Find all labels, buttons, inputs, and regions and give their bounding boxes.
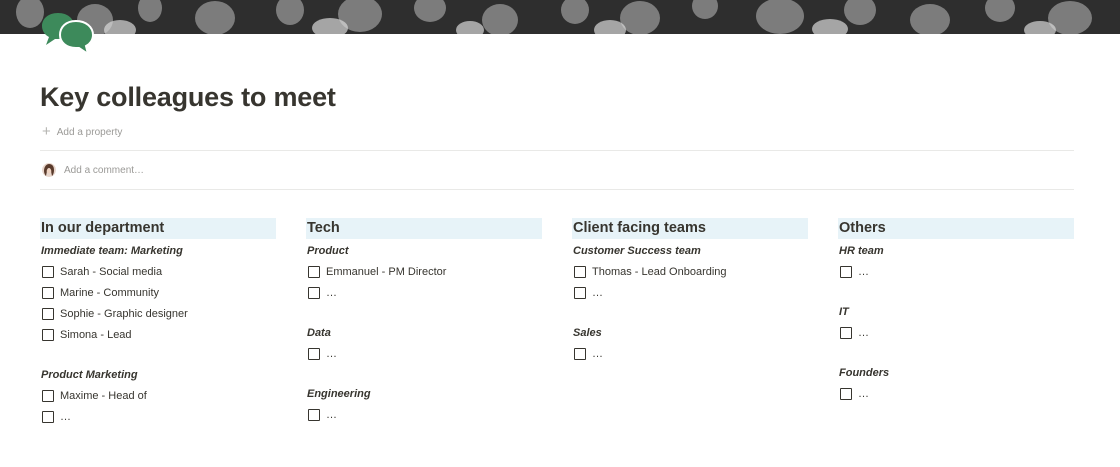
todo-group: Customer Success team Thomas - Lead Onboa…	[572, 241, 808, 303]
todo-checkbox[interactable]	[574, 347, 586, 360]
todo-group: Product Marketing Maxime - Head of …	[40, 365, 276, 427]
todo-text[interactable]: …	[858, 327, 869, 339]
todo-text[interactable]: …	[326, 409, 337, 421]
column-heading[interactable]: In our department	[40, 218, 276, 239]
todo-item[interactable]: Marine - Community	[40, 282, 276, 303]
todo-text[interactable]: …	[592, 287, 603, 299]
speech-bubbles-icon[interactable]	[41, 11, 95, 57]
todo-item[interactable]: Maxime - Head of	[40, 385, 276, 406]
todo-text[interactable]: Marine - Community	[60, 287, 159, 299]
todo-item[interactable]: …	[306, 343, 542, 364]
todo-group: Engineering …	[306, 384, 542, 425]
todo-group: Sales …	[572, 323, 808, 364]
todo-text[interactable]: …	[326, 287, 337, 299]
todo-checkbox[interactable]	[574, 286, 586, 299]
page-title[interactable]: Key colleagues to meet	[40, 82, 336, 113]
todo-group: Product Emmanuel - PM Director …	[306, 241, 542, 303]
group-title[interactable]: Product Marketing	[40, 365, 276, 385]
todo-text[interactable]: Simona - Lead	[60, 329, 132, 341]
todo-checkbox[interactable]	[42, 286, 54, 299]
todo-item[interactable]: …	[306, 404, 542, 425]
group-title[interactable]: Product	[306, 241, 542, 261]
todo-item[interactable]: …	[40, 406, 276, 427]
divider	[40, 150, 1074, 151]
todo-text[interactable]: Sophie - Graphic designer	[60, 308, 188, 320]
todo-text[interactable]: Thomas - Lead Onboarding	[592, 266, 727, 278]
todo-checkbox[interactable]	[308, 408, 320, 421]
column-2: Client facing teams Customer Success team…	[572, 218, 808, 364]
todo-text[interactable]: …	[858, 266, 869, 278]
group-title[interactable]: HR team	[838, 241, 1074, 261]
todo-item[interactable]: …	[838, 383, 1074, 404]
group-title[interactable]: Immediate team: Marketing	[40, 241, 276, 261]
todo-checkbox[interactable]	[840, 387, 852, 400]
todo-item[interactable]: Sarah - Social media	[40, 261, 276, 282]
todo-item[interactable]: Sophie - Graphic designer	[40, 303, 276, 324]
todo-item[interactable]: …	[306, 282, 542, 303]
todo-group: HR team …	[838, 241, 1074, 282]
todo-checkbox[interactable]	[840, 265, 852, 278]
todo-checkbox[interactable]	[42, 307, 54, 320]
group-title[interactable]: Sales	[572, 323, 808, 343]
add-property-button[interactable]: + Add a property	[42, 123, 123, 140]
todo-checkbox[interactable]	[42, 389, 54, 402]
column-3: Others HR team … IT … Founders …	[838, 218, 1074, 404]
todo-item[interactable]: …	[838, 261, 1074, 282]
todo-group: Immediate team: Marketing Sarah - Social …	[40, 241, 276, 345]
todo-group: IT …	[838, 302, 1074, 343]
add-property-label: Add a property	[56, 126, 123, 138]
todo-text[interactable]: …	[60, 411, 71, 423]
group-title[interactable]: Customer Success team	[572, 241, 808, 261]
todo-item[interactable]: …	[572, 343, 808, 364]
todo-checkbox[interactable]	[574, 265, 586, 278]
group-title[interactable]: Data	[306, 323, 542, 343]
todo-checkbox[interactable]	[308, 286, 320, 299]
avatar	[42, 163, 56, 177]
todo-text[interactable]: …	[858, 388, 869, 400]
todo-text[interactable]: Emmanuel - PM Director	[326, 266, 446, 278]
todo-checkbox[interactable]	[42, 410, 54, 423]
column-heading[interactable]: Client facing teams	[572, 218, 808, 239]
group-title[interactable]: IT	[838, 302, 1074, 322]
todo-item[interactable]: Thomas - Lead Onboarding	[572, 261, 808, 282]
plus-icon: +	[42, 123, 51, 140]
todo-group: Founders …	[838, 363, 1074, 404]
todo-checkbox[interactable]	[308, 347, 320, 360]
group-title[interactable]: Founders	[838, 363, 1074, 383]
todo-group: Data …	[306, 323, 542, 364]
todo-item[interactable]: …	[838, 322, 1074, 343]
todo-text[interactable]: Sarah - Social media	[60, 266, 162, 278]
divider	[40, 189, 1074, 190]
comment-input[interactable]	[64, 164, 364, 176]
column-heading[interactable]: Tech	[306, 218, 542, 239]
cover-image[interactable]	[0, 0, 1120, 34]
todo-item[interactable]: Emmanuel - PM Director	[306, 261, 542, 282]
todo-item[interactable]: …	[572, 282, 808, 303]
todo-text[interactable]: …	[326, 348, 337, 360]
comment-row[interactable]	[42, 162, 364, 178]
todo-text[interactable]: …	[592, 348, 603, 360]
column-heading[interactable]: Others	[838, 218, 1074, 239]
todo-checkbox[interactable]	[308, 265, 320, 278]
todo-checkbox[interactable]	[42, 328, 54, 341]
column-0: In our department Immediate team: Marketi…	[40, 218, 276, 427]
group-title[interactable]: Engineering	[306, 384, 542, 404]
todo-checkbox[interactable]	[42, 265, 54, 278]
todo-item[interactable]: Simona - Lead	[40, 324, 276, 345]
todo-checkbox[interactable]	[840, 326, 852, 339]
todo-text[interactable]: Maxime - Head of	[60, 390, 147, 402]
column-1: Tech Product Emmanuel - PM Director… Data… E…	[306, 218, 542, 425]
